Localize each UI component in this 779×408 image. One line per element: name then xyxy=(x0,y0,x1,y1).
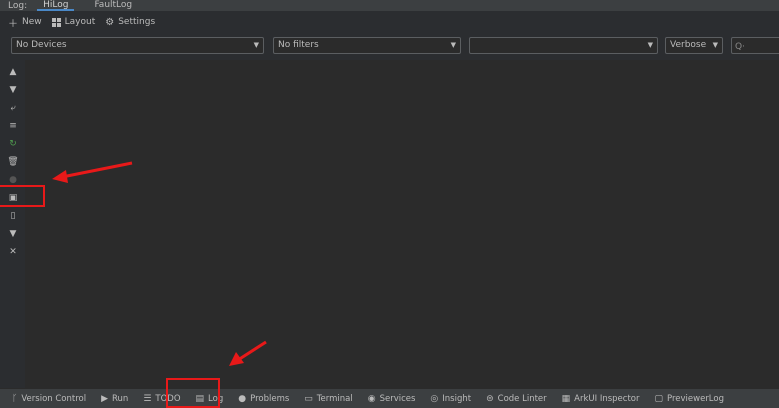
arkui-inspector-tool[interactable]: ▦ ArkUI Inspector xyxy=(562,394,640,404)
version-control-tool[interactable]: ᚴ Version Control xyxy=(12,394,86,404)
settings-button-label: Settings xyxy=(118,17,156,27)
layout-button-label: Layout xyxy=(64,17,96,27)
info-icon: ● xyxy=(238,393,247,404)
log-tabs-bar: Log: HiLog FaultLog xyxy=(0,0,779,11)
version-control-label: Version Control xyxy=(21,393,87,404)
run-label: Run xyxy=(112,393,129,404)
settings-button[interactable]: ⚙ Settings xyxy=(105,17,155,28)
chevron-down-icon: ▼ xyxy=(450,41,456,49)
search-icon: Q· xyxy=(735,42,745,52)
scroll-up-icon[interactable]: ▲ xyxy=(7,66,19,78)
device-select[interactable]: No Devices ▼ xyxy=(11,37,264,54)
close-icon[interactable]: ✕ xyxy=(7,246,19,258)
bottom-tool-bar: ᚴ Version Control ▶ Run ☰ TODO ▤ Log ● P… xyxy=(0,388,779,408)
chevron-down-icon: ▼ xyxy=(647,41,653,49)
device-select-value: No Devices xyxy=(16,40,67,50)
services-label: Services xyxy=(379,393,416,404)
previewer-log-tool[interactable]: ▢ PreviewerLog xyxy=(654,394,724,404)
log-tab-highlight-box xyxy=(166,378,220,408)
new-button[interactable]: ＋ New xyxy=(8,15,42,30)
filter-icon[interactable]: ▼ xyxy=(7,228,19,240)
layout-grid-icon xyxy=(51,17,61,27)
tab-faultlog[interactable]: FaultLog xyxy=(88,0,138,11)
soft-wrap-icon[interactable]: ⤶ xyxy=(7,102,19,114)
left-toolbar: ▲ ▼ ⤶ ≡ ↻ 🗑 ● ▣ ▯ ▼ ✕ xyxy=(0,60,25,388)
branch-icon: ᚴ xyxy=(12,393,18,404)
insight-label: Insight xyxy=(442,393,472,404)
filter-bar: No Devices ▼ No filters ▼ ▼ Verbose ▼ Q· xyxy=(0,34,779,58)
plus-icon: ＋ xyxy=(8,18,18,30)
restart-icon[interactable]: ↻ xyxy=(7,138,19,150)
device-icon[interactable]: ▯ xyxy=(7,210,19,222)
save-highlight-box xyxy=(0,185,45,207)
clear-icon[interactable]: 🗑 xyxy=(7,156,19,168)
chevron-down-icon: ▼ xyxy=(712,41,718,49)
terminal-label: Terminal xyxy=(316,393,353,404)
level-select-value: Verbose xyxy=(670,40,707,50)
filter-select[interactable]: No filters ▼ xyxy=(273,37,461,54)
level-select[interactable]: Verbose ▼ xyxy=(665,37,723,54)
terminal-icon: ▭ xyxy=(304,393,313,404)
problems-tool[interactable]: ● Problems xyxy=(238,394,289,404)
linter-icon: ⊜ xyxy=(486,393,494,404)
search-input[interactable]: Q· xyxy=(731,37,779,54)
log-output-area[interactable] xyxy=(25,60,779,388)
run-tool[interactable]: ▶ Run xyxy=(101,394,128,404)
new-button-label: New xyxy=(22,17,42,27)
layout-button[interactable]: Layout xyxy=(51,17,96,27)
code-linter-label: Code Linter xyxy=(497,393,547,404)
previewer-log-label: PreviewerLog xyxy=(667,393,724,404)
services-tool[interactable]: ◉ Services xyxy=(368,394,416,404)
app-select[interactable]: ▼ xyxy=(469,37,658,54)
services-icon: ◉ xyxy=(367,393,376,404)
scroll-down-icon[interactable]: ▼ xyxy=(7,84,19,96)
previewer-icon: ▢ xyxy=(654,393,663,404)
terminal-tool[interactable]: ▭ Terminal xyxy=(304,394,352,404)
log-label: Log: xyxy=(8,0,28,11)
play-icon: ▶ xyxy=(101,393,109,404)
list-icon: ☰ xyxy=(143,393,152,404)
scroll-to-end-icon[interactable]: ≡ xyxy=(7,120,19,132)
problems-label: Problems xyxy=(250,393,290,404)
insight-icon: ◎ xyxy=(430,393,439,404)
arkui-inspector-label: ArkUI Inspector xyxy=(574,393,640,404)
filter-select-value: No filters xyxy=(278,40,319,50)
code-linter-tool[interactable]: ⊜ Code Linter xyxy=(486,394,547,404)
gear-icon: ⚙ xyxy=(105,16,115,28)
log-toolbar: ＋ New Layout ⚙ Settings xyxy=(0,12,779,32)
inspector-icon: ▦ xyxy=(561,393,571,404)
tab-hilog[interactable]: HiLog xyxy=(37,0,75,11)
chevron-down-icon: ▼ xyxy=(253,41,259,49)
insight-tool[interactable]: ◎ Insight xyxy=(430,394,471,404)
